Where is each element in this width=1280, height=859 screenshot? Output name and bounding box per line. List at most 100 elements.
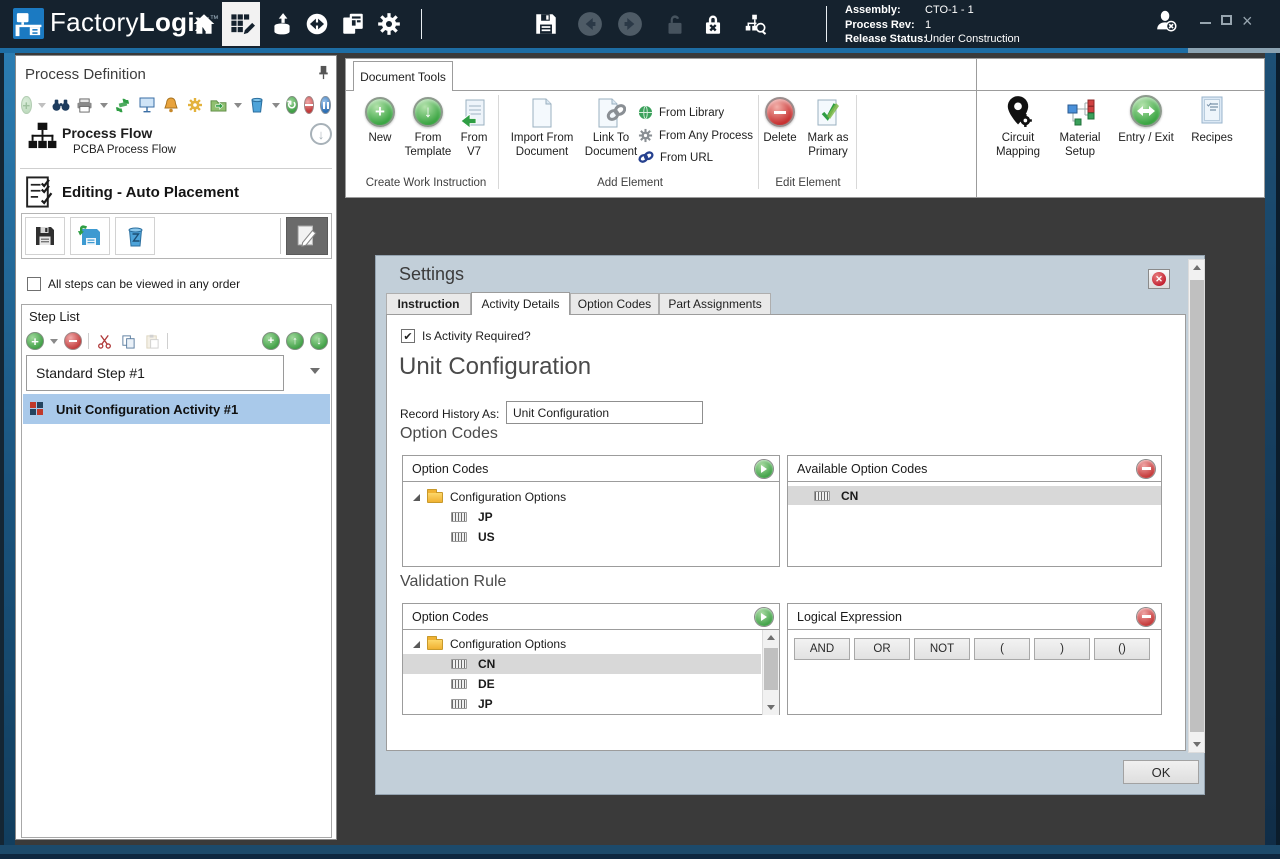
paren-pair-button[interactable]: () bbox=[1094, 638, 1150, 660]
remove-option-code-button[interactable] bbox=[1137, 460, 1155, 478]
step-expander-chevron[interactable] bbox=[310, 368, 320, 374]
tree-node-configuration-options[interactable]: Configuration Options bbox=[403, 634, 761, 654]
recipes-button[interactable]: Recipes bbox=[1185, 95, 1239, 145]
tree-leaf-cn-selected[interactable]: CN bbox=[403, 654, 761, 674]
publish-folder-icon[interactable] bbox=[210, 96, 228, 114]
window-maximize-button[interactable] bbox=[1221, 15, 1232, 25]
save-icon[interactable] bbox=[532, 10, 560, 38]
delete-document-button[interactable] bbox=[115, 217, 155, 255]
transfer-icon[interactable] bbox=[303, 10, 331, 38]
find-binoculars-icon[interactable] bbox=[52, 96, 70, 114]
not-button[interactable]: NOT bbox=[914, 638, 970, 660]
tree-node-configuration-options[interactable]: Configuration Options bbox=[403, 487, 779, 507]
bell-icon[interactable] bbox=[162, 96, 180, 114]
move-down-icon[interactable]: ↓ bbox=[310, 332, 328, 350]
scrollbar-thumb[interactable] bbox=[1190, 280, 1204, 732]
scrollbar-thumb[interactable] bbox=[764, 648, 778, 690]
presentation-icon[interactable] bbox=[138, 96, 156, 114]
close-paren-button[interactable]: ) bbox=[1034, 638, 1090, 660]
material-setup-button[interactable]: Material Setup bbox=[1052, 95, 1108, 160]
bucket-dropdown-icon[interactable] bbox=[272, 103, 280, 108]
or-button[interactable]: OR bbox=[854, 638, 910, 660]
move-up-icon[interactable]: ↑ bbox=[286, 332, 304, 350]
import-from-document-button[interactable]: Import From Document bbox=[506, 97, 578, 160]
validate-process-icon[interactable] bbox=[114, 96, 132, 114]
tab-activity-details[interactable]: Activity Details bbox=[471, 292, 570, 315]
tree-leaf-de[interactable]: DE bbox=[403, 674, 761, 694]
tab-document-tools[interactable]: Document Tools bbox=[353, 61, 453, 91]
tree-leaf-jp[interactable]: JP bbox=[403, 694, 761, 714]
expand-flow-button[interactable]: ↓ bbox=[310, 123, 332, 145]
add-option-code-button[interactable] bbox=[755, 460, 773, 478]
dialog-scrollbar[interactable] bbox=[1188, 259, 1205, 753]
remove-icon[interactable] bbox=[304, 96, 315, 114]
scroll-down-icon[interactable] bbox=[1189, 737, 1205, 752]
settings-gear-icon[interactable] bbox=[375, 10, 403, 38]
data-import-icon[interactable] bbox=[268, 10, 296, 38]
add-step-dropdown-icon[interactable] bbox=[50, 339, 58, 344]
scroll-down-icon[interactable] bbox=[763, 700, 779, 715]
window-minimize-button[interactable] bbox=[1200, 22, 1211, 24]
link-to-document-button[interactable]: Link To Document bbox=[582, 97, 640, 160]
from-url-button[interactable]: From URL bbox=[638, 151, 713, 164]
home-icon[interactable] bbox=[190, 10, 218, 38]
tab-option-codes[interactable]: Option Codes bbox=[570, 293, 659, 315]
tree-leaf-us[interactable]: US bbox=[403, 527, 779, 547]
add-step-icon[interactable]: + bbox=[26, 332, 44, 350]
ok-button[interactable]: OK bbox=[1123, 760, 1199, 784]
gear-gold-icon[interactable] bbox=[186, 96, 204, 114]
paste-icon[interactable] bbox=[143, 332, 161, 350]
process-search-icon[interactable] bbox=[736, 10, 774, 38]
lock-close-icon[interactable] bbox=[699, 10, 727, 38]
save-template-button[interactable] bbox=[70, 217, 110, 255]
process-definition-nav-active[interactable] bbox=[222, 2, 260, 46]
redo-forward-icon[interactable] bbox=[616, 10, 644, 38]
tree-expander-icon[interactable] bbox=[413, 641, 420, 648]
recycle-bucket-icon[interactable] bbox=[248, 96, 266, 114]
unlock-icon[interactable] bbox=[661, 10, 689, 38]
steps-order-checkbox[interactable] bbox=[27, 277, 41, 291]
steps-order-option[interactable]: All steps can be viewed in any order bbox=[27, 277, 240, 291]
from-any-process-button[interactable]: From Any Process bbox=[638, 128, 753, 143]
tree-leaf-jp[interactable]: JP bbox=[403, 507, 779, 527]
edit-instruction-button[interactable] bbox=[286, 217, 328, 255]
save-document-button[interactable] bbox=[25, 217, 65, 255]
publish-dropdown-icon[interactable] bbox=[234, 103, 242, 108]
pin-icon[interactable] bbox=[316, 65, 331, 85]
step-selector[interactable]: Standard Step #1 bbox=[26, 355, 284, 391]
tab-instruction[interactable]: Instruction bbox=[386, 293, 471, 315]
documents-icon[interactable] bbox=[339, 10, 367, 38]
add-activity-icon[interactable]: + bbox=[262, 332, 280, 350]
is-activity-required-option[interactable]: ✔ Is Activity Required? bbox=[401, 329, 531, 343]
mark-as-primary-button[interactable]: Mark as Primary bbox=[802, 97, 854, 160]
scroll-up-icon[interactable] bbox=[763, 630, 779, 645]
open-paren-button[interactable]: ( bbox=[974, 638, 1030, 660]
tab-part-assignments[interactable]: Part Assignments bbox=[659, 293, 771, 315]
pause-icon[interactable] bbox=[320, 96, 331, 114]
delete-element-button[interactable]: Delete bbox=[760, 97, 800, 146]
cut-icon[interactable] bbox=[95, 332, 113, 350]
available-item-cn-selected[interactable]: CN bbox=[788, 486, 1161, 505]
is-activity-required-checkbox[interactable]: ✔ bbox=[401, 329, 415, 343]
undo-back-icon[interactable] bbox=[576, 10, 604, 38]
copy-icon[interactable] bbox=[119, 332, 137, 350]
add-to-expression-button[interactable] bbox=[755, 608, 773, 626]
remove-expression-button[interactable] bbox=[1137, 608, 1155, 626]
remove-step-icon[interactable] bbox=[64, 332, 82, 350]
entry-exit-button[interactable]: Entry / Exit bbox=[1114, 95, 1178, 145]
window-close-button[interactable]: × bbox=[1242, 11, 1253, 32]
from-library-button[interactable]: From Library bbox=[638, 105, 724, 120]
circuit-mapping-button[interactable]: Circuit Mapping bbox=[989, 95, 1047, 160]
print-icon[interactable] bbox=[76, 96, 94, 114]
refresh-icon[interactable]: ↻ bbox=[286, 96, 298, 114]
from-v7-button[interactable]: From V7 bbox=[452, 97, 496, 160]
add-process-icon[interactable]: + bbox=[21, 96, 32, 114]
dialog-close-button[interactable]: ✕ bbox=[1148, 269, 1170, 289]
record-history-input[interactable]: Unit Configuration bbox=[506, 401, 703, 424]
validation-tree-scrollbar[interactable] bbox=[762, 630, 779, 715]
logout-user-icon[interactable] bbox=[1146, 7, 1186, 35]
activity-row-selected[interactable]: Unit Configuration Activity #1 bbox=[23, 394, 330, 424]
new-instruction-button[interactable]: + New bbox=[358, 97, 402, 146]
print-dropdown-icon[interactable] bbox=[100, 103, 108, 108]
from-template-button[interactable]: ↓ From Template bbox=[404, 97, 452, 160]
